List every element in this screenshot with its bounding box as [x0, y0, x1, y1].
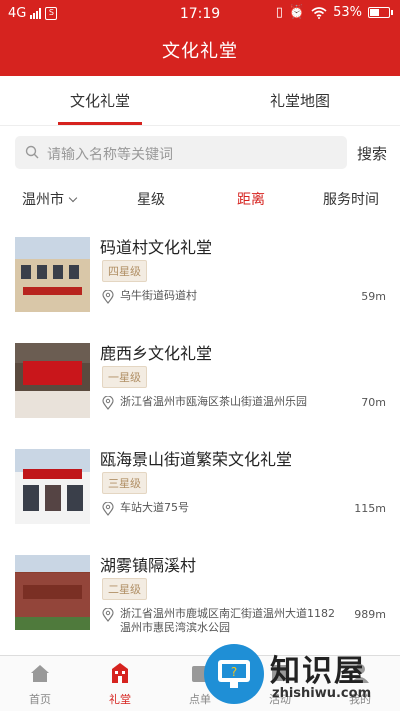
- hall-name: 瓯海景山街道繁荣文化礼堂: [100, 450, 293, 469]
- hall-name: 湖雾镇隔溪村: [100, 556, 197, 575]
- vibrate-icon: ▯: [275, 5, 283, 20]
- nav-hall[interactable]: 礼堂: [80, 656, 160, 711]
- watermark-title: 知识屋: [270, 654, 366, 689]
- alarm-icon: ⏰: [288, 5, 306, 20]
- hall-distance: 989m: [354, 608, 386, 621]
- wifi-icon: [311, 6, 327, 19]
- filter-service-time[interactable]: 服务时间: [323, 180, 379, 220]
- watermark: ? 知识屋 zhishiwu.com: [200, 640, 400, 711]
- nav-home-label: 首页: [29, 693, 51, 706]
- page-title: 文化礼堂: [0, 28, 400, 76]
- home-icon: [31, 665, 49, 682]
- filter-city-label: 温州市: [22, 192, 64, 208]
- tab-bar: 文化礼堂 礼堂地图: [0, 76, 400, 126]
- star-badge: 二星级: [102, 578, 147, 600]
- hall-address: 车站大道75号: [120, 501, 189, 514]
- search-placeholder: 请输入名称等关键词: [47, 147, 173, 163]
- status-right: ▯ ⏰ 53%: [275, 5, 393, 20]
- location-icon: [102, 290, 114, 304]
- hall-address: 乌牛街道码道村: [120, 289, 197, 302]
- hall-name: 码道村文化礼堂: [100, 238, 213, 257]
- filter-star[interactable]: 星级: [137, 180, 165, 220]
- nav-hall-label: 礼堂: [109, 693, 131, 706]
- chevron-down-icon: [68, 193, 78, 203]
- filter-city[interactable]: 温州市: [22, 180, 78, 220]
- hall-name: 鹿西乡文化礼堂: [100, 344, 213, 363]
- search-icon: [25, 145, 39, 159]
- status-bar: 4G S 17:19 ▯ ⏰ 53%: [0, 0, 400, 28]
- tab-hall-map[interactable]: 礼堂地图: [200, 76, 400, 125]
- search-row: 请输入名称等关键词 搜索: [0, 126, 400, 180]
- location-icon: [102, 608, 114, 622]
- tab-cultural-hall[interactable]: 文化礼堂: [0, 76, 200, 125]
- hall-distance: 70m: [361, 396, 386, 409]
- hall-photo: [15, 555, 90, 630]
- svg-text:?: ?: [231, 665, 237, 679]
- star-badge: 一星级: [102, 366, 147, 388]
- search-input[interactable]: 请输入名称等关键词: [15, 136, 347, 169]
- battery-percent: 53%: [333, 5, 362, 20]
- location-icon: [102, 396, 114, 410]
- hall-distance: 115m: [354, 502, 386, 515]
- search-button[interactable]: 搜索: [357, 143, 387, 164]
- watermark-logo: ?: [204, 644, 264, 704]
- hall-address: 浙江省温州市鹿城区南汇街道温州大道1182温州市惠民湾滨水公园: [120, 607, 335, 634]
- location-icon: [102, 502, 114, 516]
- filter-bar: 温州市 星级 距离 服务时间: [0, 180, 400, 220]
- hall-distance: 59m: [361, 290, 386, 303]
- list-item[interactable]: 鹿西乡文化礼堂 一星级 浙江省温州市瓯海区茶山街道温州乐园 70m: [0, 328, 400, 432]
- star-badge: 三星级: [102, 472, 147, 494]
- watermark-url: zhishiwu.com: [272, 686, 372, 701]
- list-item[interactable]: 湖雾镇隔溪村 二星级 浙江省温州市鹿城区南汇街道温州大道1182温州市惠民湾滨水…: [0, 540, 400, 644]
- list-item[interactable]: 瓯海景山街道繁荣文化礼堂 三星级 车站大道75号 115m: [0, 434, 400, 538]
- hall-icon: [112, 663, 128, 683]
- filter-distance[interactable]: 距离: [237, 180, 265, 220]
- hall-photo: [15, 343, 90, 418]
- hall-photo: [15, 449, 90, 524]
- nav-home[interactable]: 首页: [0, 656, 80, 711]
- battery-icon: [368, 7, 393, 18]
- list-item[interactable]: 码道村文化礼堂 四星级 乌牛街道码道村 59m: [0, 222, 400, 326]
- hall-photo: [15, 237, 90, 312]
- hall-address: 浙江省温州市瓯海区茶山街道温州乐园: [120, 395, 307, 408]
- star-badge: 四星级: [102, 260, 147, 282]
